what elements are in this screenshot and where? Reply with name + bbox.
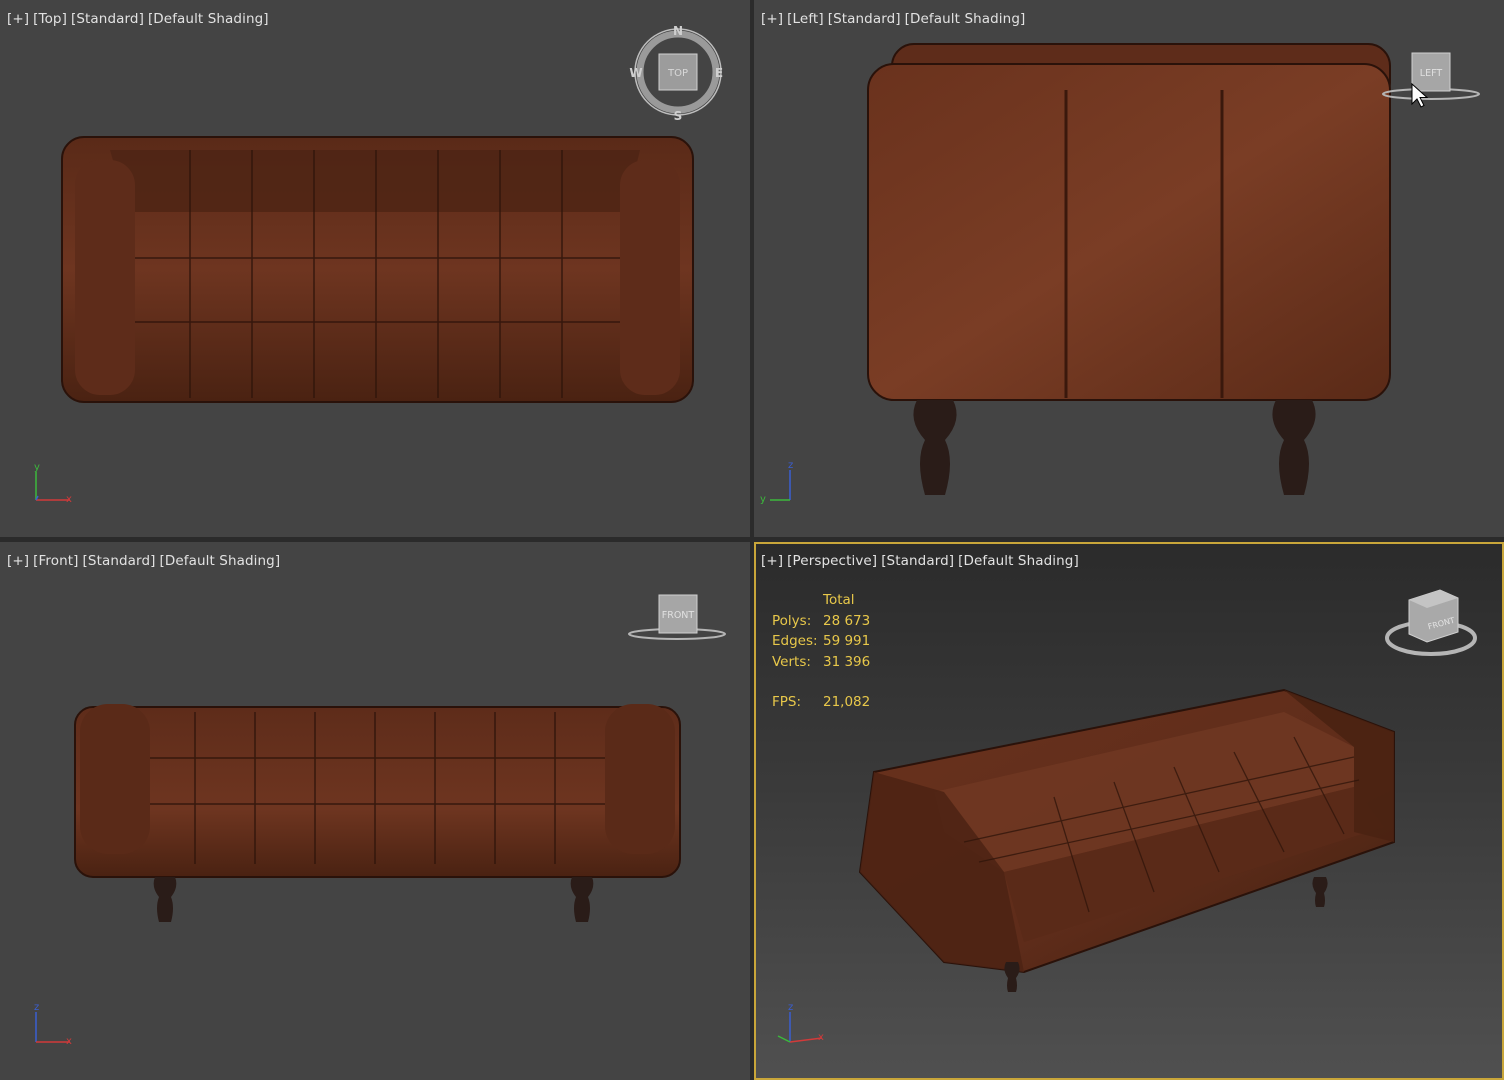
viewport-menu-plus[interactable]: [+] [761, 11, 783, 27]
viewport-shading-mode[interactable]: [Default Shading] [160, 553, 281, 569]
viewport-standard-mode[interactable]: [Standard] [83, 553, 156, 569]
viewport-point-of-view[interactable]: [Perspective] [787, 553, 877, 569]
stats-verts-value: 31 396 [823, 653, 871, 670]
top-view-scene: TOP N S E W y x [34, 24, 723, 505]
compass-north: N [673, 24, 683, 38]
axis-right-label: x [66, 494, 72, 505]
sofa-top-view[interactable] [61, 136, 694, 403]
axis-right-label: x [66, 1036, 72, 1047]
axis-tripod-left: z y [760, 460, 793, 505]
axis-right-label: y [760, 494, 766, 505]
stats-edges-label: Edges: [772, 633, 818, 649]
sofa-side-view[interactable] [867, 43, 1391, 495]
viewport-label-perspective[interactable]: [+] [Perspective] [Standard] [Default Shadi… [761, 553, 1083, 569]
viewport-perspective[interactable]: FRONT z x [+] [Perspective] [Standard] [Def… [754, 542, 1504, 1080]
statistics-overlay: Total Polys: 28 673 Edges: 59 991 Verts: 31… [772, 590, 870, 713]
viewport-top[interactable]: TOP N S E W y x [+] [Top] [Standard] [Defau… [0, 0, 750, 537]
viewcube-face-label: LEFT [1420, 68, 1443, 79]
viewport-point-of-view[interactable]: [Front] [33, 553, 78, 569]
stats-header: Total [823, 592, 855, 608]
viewport-menu-plus[interactable]: [+] [7, 553, 29, 569]
stats-polys-label: Polys: [772, 612, 812, 629]
compass-east: E [715, 66, 723, 80]
axis-tripod-top: y x [34, 462, 72, 505]
viewport-standard-mode[interactable]: [Standard] [881, 553, 954, 569]
viewport-label-front[interactable]: [+] [Front] [Standard] [Default Shading] [7, 553, 284, 569]
viewport-standard-mode[interactable]: [Standard] [71, 11, 144, 27]
axis-tripod-perspective: z x [777, 1002, 824, 1043]
stats-edges-value: 59 991 [823, 633, 871, 649]
viewport-standard-mode[interactable]: [Standard] [828, 11, 901, 27]
stats-fps-label: FPS: [772, 694, 802, 710]
viewport-menu-plus[interactable]: [+] [7, 11, 29, 27]
viewcube-left[interactable]: LEFT [1382, 52, 1480, 100]
viewport-menu-plus[interactable]: [+] [761, 553, 783, 569]
viewport-front[interactable]: FRONT z x [+] [Front] [Standard] [Default S… [0, 542, 750, 1080]
viewcube-perspective[interactable]: FRONT [1385, 589, 1477, 656]
sofa-front-view[interactable] [74, 704, 681, 922]
axis-right-label: x [818, 1032, 824, 1043]
left-view-scene: LEFT z y [760, 43, 1480, 505]
viewcube-face-label: TOP [667, 68, 688, 79]
compass-west: W [629, 66, 642, 80]
viewcube-face-label: FRONT [662, 610, 695, 621]
axis-tripod-front: z x [34, 1002, 72, 1047]
sofa-perspective-view[interactable] [858, 688, 1395, 992]
compass-south: S [674, 109, 683, 123]
viewport-shading-mode[interactable]: [Default Shading] [905, 11, 1026, 27]
viewport-shading-mode[interactable]: [Default Shading] [148, 11, 269, 27]
front-view-scene: FRONT z x [34, 594, 726, 1047]
axis-up-label: z [788, 1002, 793, 1013]
viewport-shading-mode[interactable]: [Default Shading] [958, 553, 1079, 569]
axis-up-label: z [34, 1002, 39, 1013]
viewport-point-of-view[interactable]: [Top] [33, 11, 67, 27]
viewport-label-top[interactable]: [+] [Top] [Standard] [Default Shading] [7, 11, 273, 27]
viewport-left[interactable]: LEFT z y [+] [Left] [Standard] [Default Sha… [754, 0, 1504, 537]
viewport-label-left[interactable]: [+] [Left] [Standard] [Default Shading] [761, 11, 1029, 27]
viewcube-top[interactable]: TOP N S E W [629, 24, 723, 123]
axis-up-label: y [34, 462, 40, 473]
stats-fps-value: 21,082 [823, 694, 871, 710]
axis-up-label: z [788, 460, 793, 471]
viewcube-front[interactable]: FRONT [628, 594, 726, 640]
stats-polys-value: 28 673 [823, 612, 871, 629]
stats-verts-label: Verts: [772, 653, 811, 670]
viewport-point-of-view[interactable]: [Left] [787, 11, 824, 27]
